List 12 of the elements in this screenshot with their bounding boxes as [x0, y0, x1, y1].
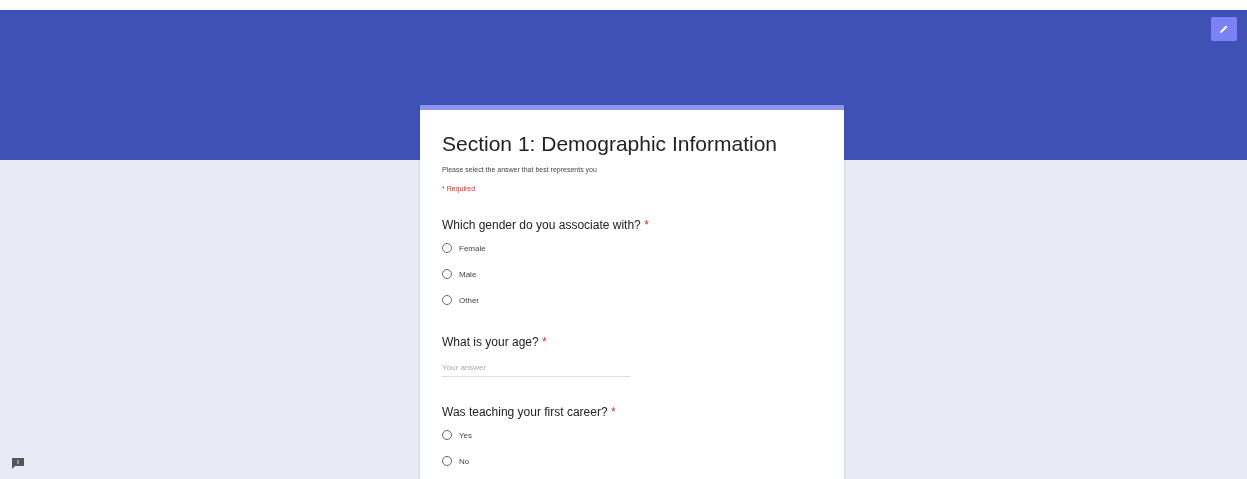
pencil-icon — [1219, 24, 1229, 34]
question-text: Was teaching your first career? * — [442, 405, 617, 419]
edit-button[interactable] — [1211, 17, 1237, 41]
option-label: Female — [459, 243, 486, 253]
question-text: What is your age? * — [442, 335, 548, 349]
option-label: No — [459, 456, 470, 466]
option-label: Male — [459, 269, 477, 279]
option-label: Other — [459, 295, 479, 305]
question-text: Which gender do you associate with? * — [442, 218, 650, 232]
option-label: Yes — [459, 430, 473, 440]
feedback-icon[interactable] — [12, 458, 24, 469]
section-title: Section 1: Demographic Information — [442, 131, 778, 157]
